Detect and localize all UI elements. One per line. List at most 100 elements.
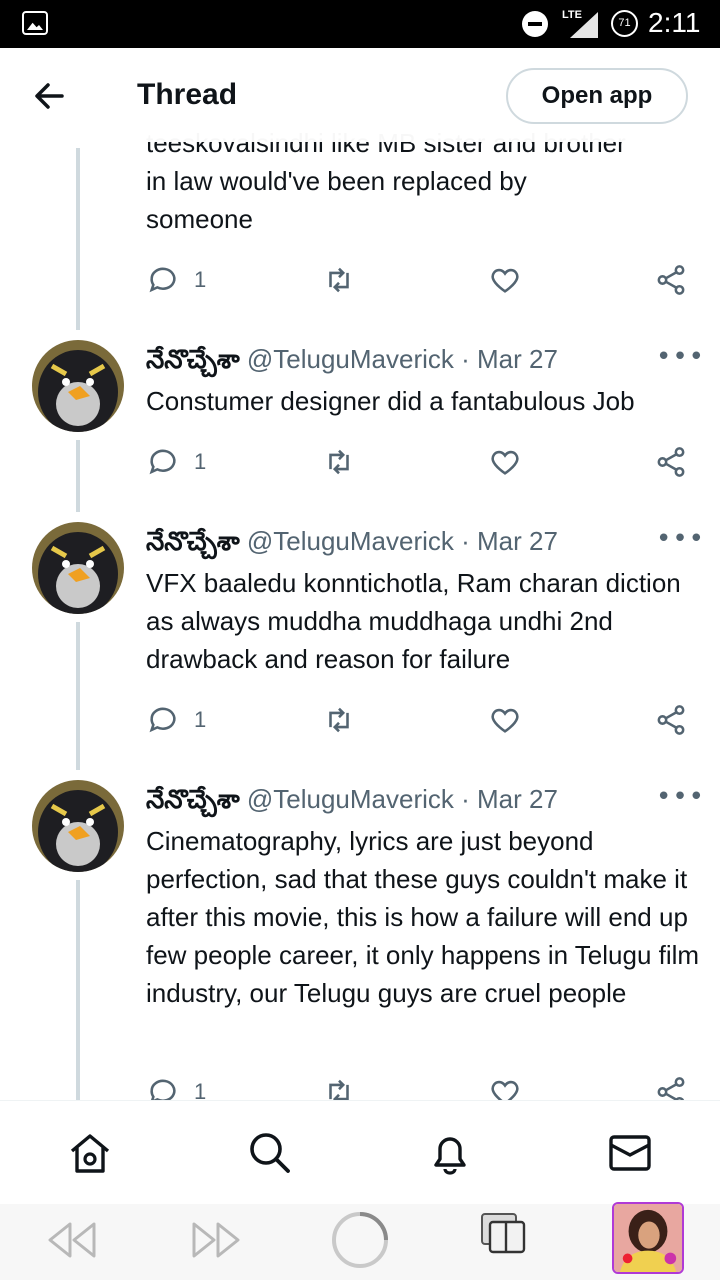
reply-count: 1 <box>194 267 207 292</box>
thread-line <box>76 148 80 330</box>
retweet-icon <box>329 707 349 733</box>
thread-line <box>76 440 80 512</box>
like-button[interactable] <box>488 702 522 738</box>
tweet-actions: 1 <box>146 444 690 480</box>
heart-icon <box>491 450 519 475</box>
retweet-button[interactable] <box>322 1074 356 1100</box>
retweet-icon <box>329 1079 349 1100</box>
author-name[interactable]: నేనొచ్చేశా <box>146 526 240 556</box>
reply-count: 1 <box>194 1079 207 1100</box>
like-button[interactable] <box>488 444 522 480</box>
bottom-navigation <box>0 1100 720 1205</box>
retweet-button[interactable] <box>322 444 356 480</box>
reply-icon <box>149 707 176 733</box>
retweet-icon <box>329 267 349 293</box>
tweet-date[interactable]: · Mar 27 <box>461 344 558 374</box>
like-button[interactable] <box>488 262 522 298</box>
tweet-date[interactable]: · Mar 27 <box>461 526 558 556</box>
tweet-text: Constumer designer did a fantabulous Job <box>146 386 635 416</box>
like-button[interactable] <box>488 1074 522 1100</box>
clock: 2:11 <box>648 7 701 38</box>
status-bar: LTE 71 2:11 <box>0 0 720 48</box>
retweet-button[interactable] <box>322 262 356 298</box>
search-icon <box>250 1133 290 1173</box>
reply-icon <box>150 1079 176 1100</box>
reply-count: 1 <box>194 707 207 732</box>
tweet-text: Cinematography, lyrics are just beyond p… <box>146 826 700 1008</box>
network-type: LTE <box>562 9 582 21</box>
reply-icon <box>149 449 176 475</box>
notifications-tab[interactable] <box>426 1129 474 1177</box>
more-options-icon[interactable]: ••• <box>656 524 705 554</box>
fast-forward-button[interactable] <box>190 1220 242 1264</box>
open-app-button[interactable]: Open app <box>506 68 688 124</box>
loading-button[interactable] <box>330 1210 390 1274</box>
tweet-actions: 1 <box>146 1074 690 1100</box>
home-icon <box>70 1134 110 1173</box>
share-icon <box>657 1077 685 1100</box>
avatar[interactable] <box>32 522 124 614</box>
home-tab[interactable] <box>66 1129 114 1177</box>
share-button[interactable] <box>654 702 688 738</box>
search-tab[interactable] <box>246 1129 294 1177</box>
share-icon <box>657 705 685 735</box>
thread-line <box>76 880 80 1100</box>
gallery-notification-icon <box>22 11 48 35</box>
fast-forward-icon <box>192 1222 240 1258</box>
share-icon <box>657 447 685 477</box>
partial-tweet-line: someone <box>146 204 253 234</box>
do-not-disturb-icon <box>522 11 548 37</box>
avatar[interactable] <box>32 780 124 872</box>
browser-controls <box>0 1202 720 1280</box>
tweet-header: నేనొచ్చేశా @TeluguMaverick · Mar 27 <box>146 344 558 381</box>
share-button[interactable] <box>654 444 688 480</box>
battery-indicator: 71 <box>611 10 638 37</box>
more-options-icon[interactable]: ••• <box>656 782 705 812</box>
author-name[interactable]: నేనొచ్చేశా <box>146 344 240 374</box>
author-handle[interactable]: @TeluguMaverick <box>247 784 454 814</box>
tweet-actions: 1 <box>146 702 690 738</box>
share-button[interactable] <box>654 262 688 298</box>
profile-thumbnail[interactable] <box>612 1202 684 1274</box>
profile-photo-icon <box>614 1204 682 1272</box>
author-name[interactable]: నేనొచ్చేశా <box>146 784 240 814</box>
retweet-icon <box>329 449 349 475</box>
reply-icon <box>149 267 176 293</box>
reply-button[interactable]: 1 <box>146 444 206 480</box>
mail-icon <box>609 1135 651 1171</box>
rewind-button[interactable] <box>46 1220 98 1264</box>
thread-feed[interactable]: teeskovalsindhi like MB sister and broth… <box>0 48 720 1100</box>
reply-button[interactable]: 1 <box>146 262 206 298</box>
heart-icon <box>491 268 519 293</box>
tweet-header: నేనొచ్చేశా @TeluguMaverick · Mar 27 <box>146 526 558 563</box>
reply-button[interactable]: 1 <box>146 1074 206 1100</box>
tweet-text: VFX baaledu konntichotla, Ram charan dic… <box>146 568 681 674</box>
avatar[interactable] <box>32 340 124 432</box>
penguin-avatar-icon <box>32 340 124 432</box>
back-button[interactable] <box>30 78 70 114</box>
author-handle[interactable]: @TeluguMaverick <box>247 526 454 556</box>
retweet-button[interactable] <box>322 702 356 738</box>
penguin-avatar-icon <box>32 522 124 614</box>
tweet-actions: 1 <box>146 262 690 298</box>
page-title: Thread <box>137 78 238 111</box>
top-bar: Thread Open app <box>0 48 720 142</box>
penguin-avatar-icon <box>32 780 124 872</box>
reply-count: 1 <box>194 449 207 474</box>
tabs-button[interactable] <box>480 1212 528 1260</box>
reply-button[interactable]: 1 <box>146 702 206 738</box>
tweet-date[interactable]: · Mar 27 <box>461 784 558 814</box>
heart-icon <box>491 1080 519 1100</box>
rewind-icon <box>48 1222 96 1258</box>
heart-icon <box>491 708 519 733</box>
partial-tweet-line: in law would've been replaced by <box>146 166 527 196</box>
share-button[interactable] <box>654 1074 688 1100</box>
bell-icon <box>434 1137 466 1175</box>
thread-line <box>76 622 80 770</box>
tweet-header: నేనొచ్చేశా @TeluguMaverick · Mar 27 <box>146 784 558 821</box>
messages-tab[interactable] <box>606 1129 654 1177</box>
back-arrow-icon <box>35 83 64 109</box>
author-handle[interactable]: @TeluguMaverick <box>247 344 454 374</box>
more-options-icon[interactable]: ••• <box>656 342 705 372</box>
loading-icon <box>332 1212 388 1268</box>
